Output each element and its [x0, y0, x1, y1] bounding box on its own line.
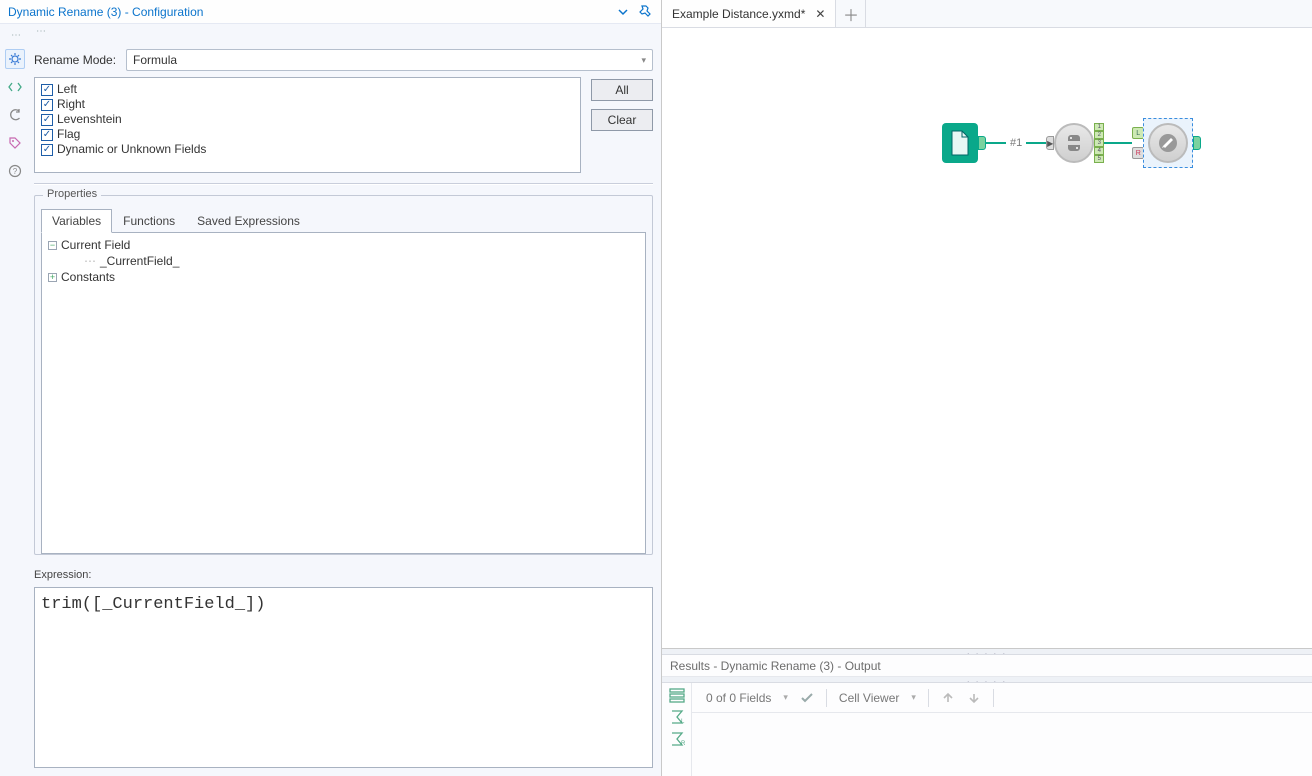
results-title: Results - Dynamic Rename (3) - Output [670, 659, 881, 673]
chk-left[interactable]: ✓Left [41, 82, 574, 97]
xml-icon[interactable] [5, 77, 25, 97]
pin-icon[interactable] [639, 5, 653, 19]
results-content: 0 of 0 Fields ▾ Cell Viewer ▾ [692, 683, 1312, 776]
results-header: Results - Dynamic Rename (3) - Output [662, 655, 1312, 677]
document-tabbar: Example Distance.yxmd* ✕ ＋ [662, 0, 1312, 28]
config-main: ⋯ Rename Mode: Formula ▾ ✓Left ✓Right ✓L… [30, 24, 661, 776]
tree-current-field-item[interactable]: ⋯ _CurrentField_ [48, 253, 639, 269]
properties-fieldset: Properties Variables Functions Saved Exp… [34, 195, 653, 555]
properties-tabs: Variables Functions Saved Expressions [41, 208, 646, 232]
chevron-down-icon: ▾ [641, 55, 646, 66]
connection [986, 142, 1006, 144]
sigma-l-icon[interactable]: L [669, 709, 685, 725]
chevron-down-icon[interactable]: ▾ [911, 692, 916, 703]
tree-current-field[interactable]: − Current Field [48, 237, 639, 253]
expand-plus-icon[interactable]: + [48, 273, 57, 282]
multi-output-ports[interactable]: 1 2 3 4 5 [1094, 123, 1104, 163]
expression-label: Expression: [34, 569, 653, 581]
chk-dynamic[interactable]: ✓Dynamic or Unknown Fields [41, 142, 574, 157]
side-toolbar: ⋯ ? [0, 24, 30, 776]
config-body: ⋯ ? ⋯ Rename Mode: Formula [0, 24, 661, 776]
config-header-actions [617, 5, 653, 19]
input-port[interactable]: ▶ [1046, 136, 1054, 150]
chk-flag[interactable]: ✓Flag [41, 127, 574, 142]
plus-icon: ＋ [843, 2, 859, 26]
tab-saved[interactable]: Saved Expressions [186, 209, 311, 233]
results-toolbar: 0 of 0 Fields ▾ Cell Viewer ▾ [692, 683, 1312, 713]
collapse-minus-icon[interactable]: − [48, 241, 57, 250]
collapse-icon[interactable] [617, 6, 629, 18]
results-panel: · · · · · Results - Dynamic Rename (3) -… [662, 648, 1312, 776]
connection [1026, 142, 1046, 144]
table-view-icon[interactable] [669, 687, 685, 703]
separator [993, 689, 994, 707]
rename-mode-select[interactable]: Formula ▾ [126, 49, 653, 71]
config-grip: ⋯ [34, 24, 653, 37]
results-sidebar: L R [662, 683, 692, 776]
refresh-icon[interactable] [5, 105, 25, 125]
svg-text:?: ? [13, 167, 18, 176]
configuration-panel: Dynamic Rename (3) - Configuration ⋯ [0, 0, 662, 776]
clear-button[interactable]: Clear [591, 109, 653, 131]
properties-label: Properties [43, 188, 101, 200]
chk-levenshtein[interactable]: ✓Levenshtein [41, 112, 574, 127]
chevron-down-icon[interactable]: ▾ [783, 692, 788, 703]
fields-count[interactable]: 0 of 0 Fields [706, 691, 771, 705]
tab-functions[interactable]: Functions [112, 209, 186, 233]
results-body: L R 0 of 0 Fields ▾ Cell Viewer ▾ [662, 683, 1312, 776]
connection [1104, 142, 1132, 144]
fields-and-buttons: ✓Left ✓Right ✓Levenshtein ✓Flag ✓Dynamic… [34, 77, 653, 173]
rename-mode-value: Formula [133, 53, 177, 67]
cell-viewer-label[interactable]: Cell Viewer [839, 691, 899, 705]
arrow-down-icon[interactable] [967, 691, 981, 705]
expression-input[interactable]: trim([_CurrentField_]) [34, 587, 653, 768]
field-checklist[interactable]: ✓Left ✓Right ✓Levenshtein ✓Flag ✓Dynamic… [34, 77, 581, 173]
dynamic-rename-tool[interactable] [1148, 123, 1188, 163]
text-input-tool[interactable] [942, 123, 978, 163]
svg-text:L: L [681, 719, 685, 725]
separator [928, 689, 929, 707]
python-tool[interactable] [1054, 123, 1094, 163]
chk-right[interactable]: ✓Right [41, 97, 574, 112]
workflow: #1 ▶ 1 2 3 4 5 L R [942, 118, 1201, 168]
dynamic-rename-tool-selected[interactable] [1143, 118, 1193, 168]
gear-icon[interactable] [5, 49, 25, 69]
all-button[interactable]: All [591, 79, 653, 101]
tree-constants[interactable]: + Constants [48, 269, 639, 285]
document-tab[interactable]: Example Distance.yxmd* ✕ [662, 0, 836, 27]
svg-text:R: R [681, 741, 685, 747]
separator [826, 689, 827, 707]
rename-mode-label: Rename Mode: [34, 53, 116, 67]
document-tab-label: Example Distance.yxmd* [672, 7, 805, 21]
connection-label: #1 [1006, 137, 1026, 149]
workflow-canvas[interactable]: #1 ▶ 1 2 3 4 5 L R [662, 28, 1312, 648]
config-title: Dynamic Rename (3) - Configuration [8, 5, 203, 19]
sigma-r-icon[interactable]: R [669, 731, 685, 747]
close-icon[interactable]: ✕ [815, 7, 825, 21]
variables-tree[interactable]: − Current Field ⋯ _CurrentField_ + Const… [41, 232, 646, 554]
checkmark-icon[interactable] [800, 691, 814, 705]
rename-mode-row: Rename Mode: Formula ▾ [34, 49, 653, 71]
help-icon[interactable]: ? [5, 161, 25, 181]
grip-icon: ⋯ [9, 28, 21, 41]
config-header: Dynamic Rename (3) - Configuration [0, 0, 661, 24]
output-port[interactable] [1193, 136, 1201, 150]
tag-icon[interactable] [5, 133, 25, 153]
arrow-up-icon[interactable] [941, 691, 955, 705]
select-buttons: All Clear [591, 77, 653, 173]
separator [34, 183, 653, 185]
expression-text: trim([_CurrentField_]) [41, 595, 265, 614]
output-port[interactable] [978, 136, 986, 150]
add-tab-button[interactable]: ＋ [836, 0, 866, 27]
right-panel: Example Distance.yxmd* ✕ ＋ #1 ▶ 1 2 3 [662, 0, 1312, 776]
tab-variables[interactable]: Variables [41, 209, 112, 233]
